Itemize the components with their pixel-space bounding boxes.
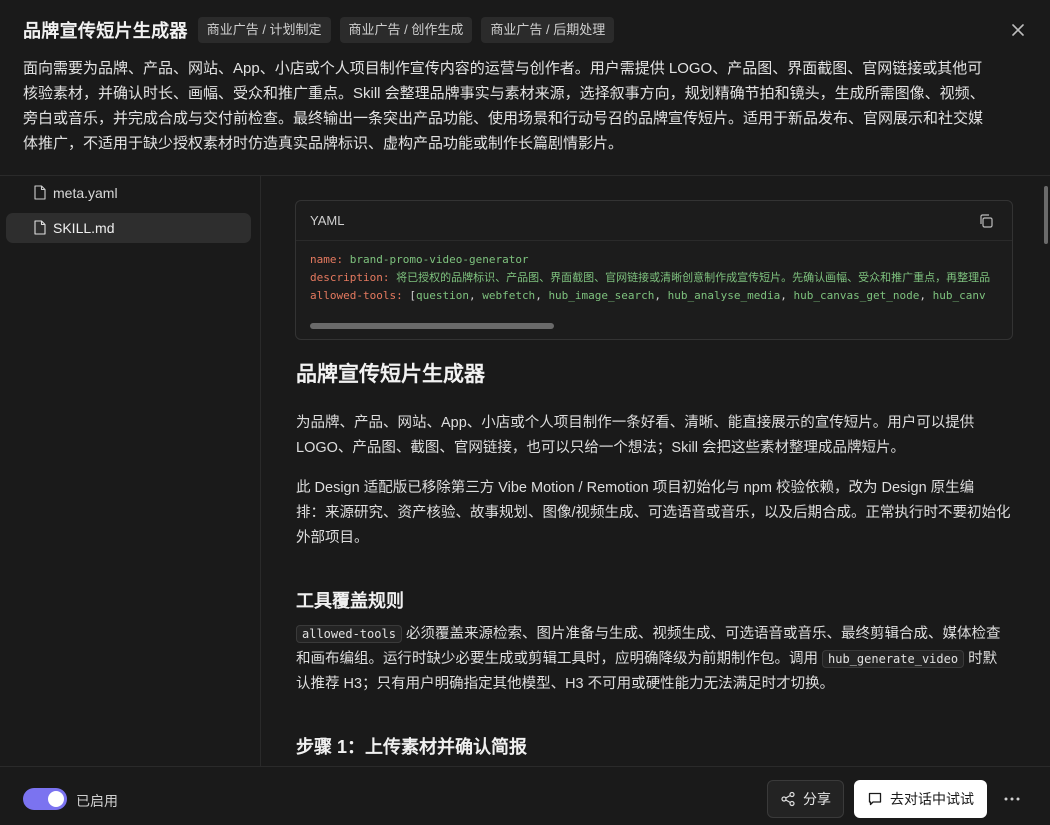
- paragraph-line: 和画布编组。运行时缺少必要生成或剪辑工具时，应明确降级为前期制作包。调用 hub…: [296, 647, 1014, 672]
- paragraph-line: allowed-tools 必须覆盖来源检索、图片准备与生成、视频生成、可选语音…: [296, 622, 1014, 647]
- try-label: 去对话中试试: [890, 791, 974, 807]
- yaml-item: webfetch: [482, 289, 536, 302]
- doc-paragraph-tools: allowed-tools 必须覆盖来源检索、图片准备与生成、视频生成、可选语音…: [296, 622, 1014, 697]
- yaml-key: allowed-tools:: [310, 289, 403, 302]
- share-button[interactable]: 分享: [767, 780, 844, 818]
- paragraph-line: 此 Design 适配版已移除第三方 Vibe Motion / Remotio…: [296, 480, 975, 496]
- paragraph-text: 和画布编组。运行时缺少必要生成或剪辑工具时，应明确降级为前期制作包。调用: [296, 651, 823, 667]
- yaml-value: brand-promo-video-generator: [349, 253, 529, 266]
- paragraph-line: 排：来源研究、资产核验、故事规划、图像/视频生成、可选语音或音乐，以及后期合成。…: [296, 505, 1011, 521]
- paragraph-line: 外部项目。: [296, 530, 369, 546]
- toggle-knob: [48, 791, 64, 807]
- skill-description: 面向需要为品牌、产品、网站、App、小店或个人项目制作宣传内容的运营与创作者。用…: [23, 56, 1023, 156]
- inline-code: hub_generate_video: [822, 650, 965, 668]
- file-name: meta.yaml: [53, 185, 118, 201]
- yaml-item: hub_image_search: [548, 289, 655, 302]
- file-item-meta-yaml[interactable]: meta.yaml: [6, 178, 251, 208]
- inline-code: allowed-tools: [296, 625, 402, 643]
- yaml-value: 将已授权的品牌标识、产品图、界面截图、官网链接或清晰创意制作成宣传短片。先确认画…: [396, 271, 991, 284]
- code-language: YAML: [310, 213, 345, 228]
- doc-heading-tools: 工具覆盖规则: [296, 591, 404, 611]
- share-icon: [781, 791, 795, 807]
- dialog-header: 品牌宣传短片生成器 商业广告 / 计划制定 商业广告 / 创作生成 商业广告 /…: [0, 0, 1050, 176]
- description-line: 面向需要为品牌、产品、网站、App、小店或个人项目制作宣传内容的运营与创作者。用…: [23, 60, 983, 77]
- file-icon: [34, 220, 46, 235]
- description-line: 体推广，不适用于缺少授权素材时仿造真实品牌标识、虚构产品功能或制作长篇剧情影片。: [23, 135, 624, 152]
- yaml-item: question: [415, 289, 469, 302]
- tag-planning: 商业广告 / 计划制定: [197, 17, 331, 43]
- yaml-code-block: YAML name: brand-promo-video-generator d…: [295, 200, 1013, 340]
- code-line: allowed-tools: [question, webfetch, hub_…: [310, 289, 986, 302]
- try-in-chat-button[interactable]: 去对话中试试: [854, 780, 987, 818]
- paragraph-line: LOGO、产品图、截图、官网链接，也可以只给一个想法；Skill 会把这些素材整…: [296, 440, 906, 456]
- paragraph-line: 认推荐 H3；只有用户明确指定其他模型、H3 不可用或硬性能力无法满足时才切换。: [296, 676, 835, 692]
- file-sidebar: meta.yaml SKILL.md: [0, 176, 261, 766]
- tag-postprocessing: 商业广告 / 后期处理: [481, 17, 615, 43]
- horizontal-scrollbar[interactable]: [310, 323, 554, 329]
- code-line: description: 将已授权的品牌标识、产品图、界面截图、官网链接或清晰创…: [310, 269, 998, 287]
- code-block-header: YAML: [296, 201, 1012, 241]
- tag-creation: 商业广告 / 创作生成: [339, 17, 473, 43]
- file-item-skill-md[interactable]: SKILL.md: [6, 213, 251, 243]
- description-line: 旁白或音乐，并完成合成与交付前检查。最终输出一条突出产品功能、使用场景和行动号召…: [23, 110, 984, 127]
- yaml-item: hub_canvas_get_node: [793, 289, 920, 302]
- doc-heading-step1: 步骤 1：上传素材并确认简报: [296, 737, 528, 757]
- yaml-punct: [: [402, 289, 416, 302]
- enable-toggle[interactable]: [23, 788, 67, 810]
- chat-icon: [868, 792, 882, 806]
- copy-icon[interactable]: [978, 213, 994, 229]
- yaml-key: description:: [310, 271, 390, 284]
- code-line: name: brand-promo-video-generator: [310, 251, 998, 269]
- share-label: 分享: [803, 791, 831, 807]
- description-line: 核验素材，并确认时长、画幅、受众和推广重点。Skill 会整理品牌事实与素材来源…: [23, 85, 985, 102]
- dialog-footer: 已启用 分享 去对话中试试: [0, 766, 1050, 825]
- file-icon: [34, 185, 46, 200]
- yaml-item: hub_canv: [932, 289, 986, 302]
- code-content: name: brand-promo-video-generator descri…: [296, 241, 1012, 305]
- doc-heading-1: 品牌宣传短片生成器: [296, 363, 485, 386]
- toggle-label: 已启用: [76, 793, 118, 809]
- file-name: SKILL.md: [53, 220, 115, 236]
- close-icon[interactable]: [1006, 18, 1030, 42]
- skill-title: 品牌宣传短片生成器: [23, 21, 188, 41]
- document-viewer[interactable]: YAML name: brand-promo-video-generator d…: [262, 176, 1050, 766]
- more-icon[interactable]: [1001, 788, 1023, 810]
- yaml-key: name:: [310, 253, 344, 266]
- doc-paragraph-intro: 为品牌、产品、网站、App、小店或个人项目制作一条好看、清晰、能直接展示的宣传短…: [296, 411, 1014, 461]
- paragraph-text: 时默: [964, 651, 998, 667]
- paragraph-text: 必须覆盖来源检索、图片准备与生成、视频生成、可选语音或音乐、最终剪辑合成、媒体检…: [401, 626, 1001, 642]
- paragraph-line: 为品牌、产品、网站、App、小店或个人项目制作一条好看、清晰、能直接展示的宣传短…: [296, 415, 975, 431]
- title-row: 品牌宣传短片生成器 商业广告 / 计划制定 商业广告 / 创作生成 商业广告 /…: [23, 16, 623, 44]
- yaml-item: hub_analyse_media: [667, 289, 781, 302]
- doc-paragraph-adaptation: 此 Design 适配版已移除第三方 Vibe Motion / Remotio…: [296, 476, 1014, 551]
- vertical-scrollbar[interactable]: [1044, 186, 1048, 244]
